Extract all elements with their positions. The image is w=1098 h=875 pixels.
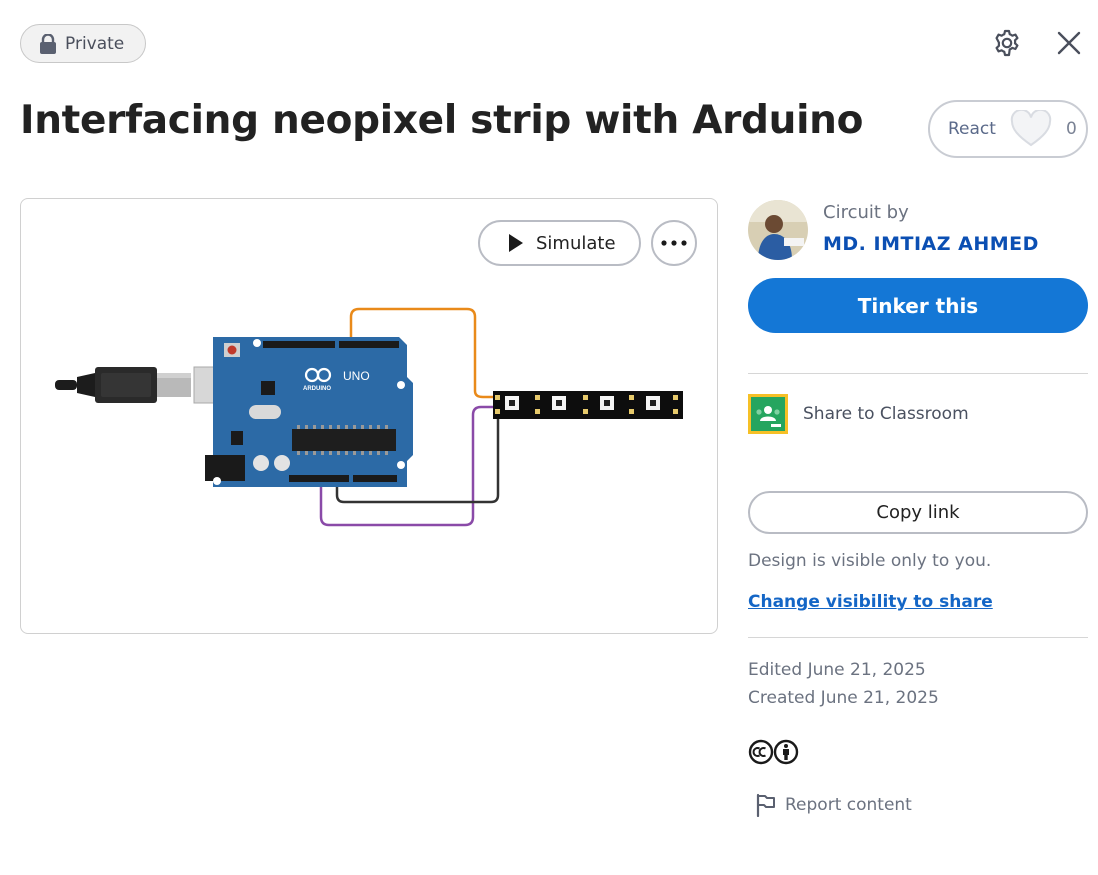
divider <box>748 373 1088 374</box>
report-content-label: Report content <box>785 795 912 815</box>
simulate-button[interactable]: Simulate <box>478 220 641 266</box>
report-content-button[interactable]: Report content <box>755 793 912 817</box>
author-avatar[interactable] <box>748 200 808 260</box>
cc-by-icon[interactable] <box>748 739 800 765</box>
page-title: Interfacing neopixel strip with Arduino <box>20 98 864 143</box>
heart-icon <box>1010 110 1052 147</box>
divider <box>748 637 1088 638</box>
simulate-label: Simulate <box>536 232 616 254</box>
avatar-image <box>748 200 808 260</box>
more-options-button[interactable] <box>651 220 697 266</box>
close-button[interactable] <box>1052 26 1086 60</box>
react-label: React <box>948 119 996 139</box>
more-icon <box>661 240 687 246</box>
edited-date: Edited June 21, 2025 <box>748 660 926 680</box>
arduino-board: UNO ARDUINO <box>193 337 413 487</box>
visibility-badge: Private <box>20 24 146 63</box>
share-to-classroom-button[interactable]: Share to Classroom <box>748 394 969 434</box>
google-classroom-icon <box>748 394 788 434</box>
change-visibility-link[interactable]: Change visibility to share <box>748 592 993 612</box>
author-name-link[interactable]: MD. IMTIAZ AHMED <box>823 233 1039 255</box>
circuit-by-caption: Circuit by <box>823 202 909 223</box>
play-icon <box>509 234 523 252</box>
circuit-preview[interactable]: UNO ARDUINO Simulate <box>20 198 718 634</box>
gear-icon <box>995 29 1019 57</box>
close-icon <box>1057 31 1081 55</box>
tinker-this-button[interactable]: Tinker this <box>748 278 1088 333</box>
visibility-note: Design is visible only to you. <box>748 551 992 571</box>
flag-icon <box>756 793 775 817</box>
created-date: Created June 21, 2025 <box>748 688 939 708</box>
usb-cable <box>55 367 191 403</box>
board-brand-text: ARDUINO <box>303 386 331 392</box>
settings-button[interactable] <box>990 26 1024 60</box>
lock-icon <box>40 33 56 54</box>
copy-link-button[interactable]: Copy link <box>748 491 1088 534</box>
react-count: 0 <box>1065 119 1077 139</box>
neopixel-strip <box>493 391 683 419</box>
visibility-badge-label: Private <box>65 33 125 54</box>
react-button[interactable]: React 0 <box>928 100 1088 158</box>
board-logo-text: UNO <box>343 369 370 383</box>
share-to-classroom-label: Share to Classroom <box>803 404 969 424</box>
